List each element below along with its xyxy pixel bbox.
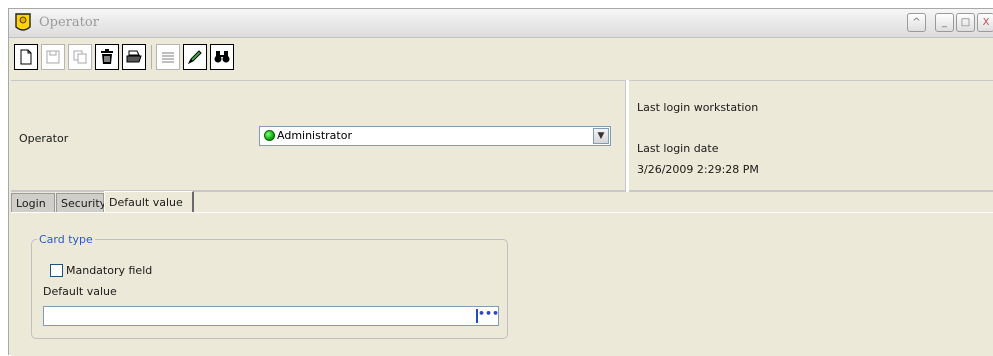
save-icon xyxy=(46,50,60,64)
list-button[interactable] xyxy=(156,44,180,70)
new-button[interactable] xyxy=(14,44,38,70)
operator-window: Operator ^ _ □ X Operator Administrator … xyxy=(8,8,993,356)
tab-login[interactable]: Login xyxy=(11,193,55,212)
default-value-label: Default value xyxy=(43,285,117,298)
tab-security[interactable]: Security xyxy=(56,193,106,212)
print-button[interactable] xyxy=(122,44,146,70)
copy-button[interactable] xyxy=(68,44,92,70)
chevron-down-icon[interactable]: ▼ xyxy=(593,128,609,144)
window-title: Operator xyxy=(39,15,99,30)
last-login-workstation-label: Last login workstation xyxy=(637,101,759,114)
trash-icon xyxy=(101,49,113,64)
binoculars-icon xyxy=(214,51,230,63)
last-login-date-value: 3/26/2009 2:29:28 PM xyxy=(637,163,759,176)
save-button[interactable] xyxy=(41,44,65,70)
toolbar-separator xyxy=(151,45,152,69)
maximize-button[interactable]: □ xyxy=(956,13,975,32)
status-dot-icon xyxy=(264,130,275,141)
tab-default-value[interactable]: Default value xyxy=(104,191,194,212)
default-value-input[interactable]: ••• xyxy=(43,306,499,326)
collapse-button[interactable]: ^ xyxy=(907,13,926,32)
search-button[interactable] xyxy=(210,44,234,70)
list-icon xyxy=(162,52,174,63)
operator-label: Operator xyxy=(19,132,69,145)
minimize-button[interactable]: _ xyxy=(935,13,954,32)
edit-button[interactable] xyxy=(183,44,207,70)
card-type-group-title: Card type xyxy=(37,233,95,246)
operator-select-value: Administrator xyxy=(277,129,352,142)
pen-icon xyxy=(187,50,202,65)
operator-select[interactable]: Administrator ▼ xyxy=(259,126,611,146)
last-login-date-label: Last login date xyxy=(637,142,719,155)
mandatory-field-label: Mandatory field xyxy=(66,264,153,277)
copy-icon xyxy=(73,50,87,64)
toolbar xyxy=(9,39,993,79)
operator-badge-icon xyxy=(12,11,34,35)
browse-ellipsis-icon[interactable]: ••• xyxy=(476,308,499,323)
mandatory-field-checkbox[interactable] xyxy=(50,264,63,277)
title-bar: Operator ^ _ □ X xyxy=(9,9,993,38)
delete-button[interactable] xyxy=(95,44,119,70)
close-button[interactable]: X xyxy=(977,13,993,32)
new-icon xyxy=(20,49,32,65)
print-icon xyxy=(126,50,142,63)
